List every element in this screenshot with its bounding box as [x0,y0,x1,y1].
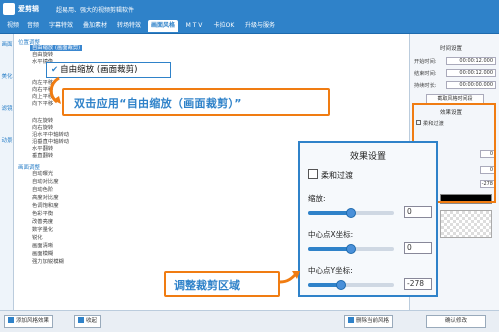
tree-item[interactable]: 画面模糊 [32,251,53,257]
zoom-slider-handle[interactable] [346,208,356,218]
tree-item[interactable]: 自动曝光 [32,171,53,177]
instruction-banner-adjust: 调整裁剪区域 [164,271,280,297]
arrow-right-icon [279,271,300,284]
zoom-label: 缩放: [308,194,326,203]
center-y-value-field[interactable]: -278 [404,278,432,290]
effect-settings-panel: 效果设置 柔和过渡 缩放: 0 中心点X坐标: 0 中心点Y坐标: -278 [298,141,438,297]
center-y-slider-handle[interactable] [335,280,346,290]
tree-item[interactable]: 自动色阶 [32,187,53,193]
tab-video[interactable]: 视频 [4,20,22,32]
add-style-button[interactable]: 添加风格效果 [4,315,54,328]
tab-subtitle[interactable]: 字幕特效 [46,20,76,32]
tree-item[interactable]: 自由旋转 [32,52,53,58]
tree-item[interactable]: 画面清晰 [32,243,53,249]
soft-transition-checkbox[interactable]: 柔和过渡 [308,169,353,181]
tree-item[interactable]: 数字量化 [32,227,53,233]
tree-item[interactable]: 高度对比度 [32,195,59,201]
center-x-slider-handle[interactable] [346,244,356,254]
category-tab-beautify[interactable]: 美化 [1,74,13,80]
checkmark-icon: ✔ [51,65,59,75]
checkbox-icon [308,169,318,179]
instruction-text-adjust: 调整裁剪区域 [174,279,240,292]
tree-item[interactable]: 沿垂直中轴转动 [32,139,69,145]
end-time-label: 结束时间: [414,71,437,77]
zoom-slider-fill [308,211,351,215]
duration-label: 持续时长: [414,83,437,89]
add-icon [8,317,14,323]
collapse-icon [78,317,84,323]
app-logo-icon [3,3,15,15]
tab-audio[interactable]: 音频 [24,20,42,32]
tab-mtv[interactable]: M T V [182,20,206,32]
selected-item-callout: ✔ 自由缩放 (画面裁剪) [46,62,171,78]
app-name: 爱剪辑 [18,5,39,13]
tree-item[interactable]: 沿水平中轴转动 [32,132,69,138]
category-tab-motion[interactable]: 动景 [1,138,13,144]
tree-item[interactable]: 垂直翻转 [32,153,53,159]
curved-arrow-icon [49,76,61,104]
center-y-label: 中心点Y坐标: [308,266,353,275]
tree-item[interactable]: 强力加锐模糊 [32,259,64,265]
zoom-value-field[interactable]: 0 [404,206,432,218]
bottom-toolbar: 添加风格效果 收起 删除当前风格 确认修改 [0,310,499,332]
tab-upgrade[interactable]: 升级与服务 [242,20,278,32]
tree-group-picture[interactable]: 画面调整 [18,163,40,171]
effect-settings-title: 效果设置 [349,152,386,162]
tree-item[interactable]: 向左旋转 [32,118,53,124]
start-time-field[interactable]: 00:00:12.000 [446,57,496,65]
main-menu: 视频 音频 字幕特效 叠加素材 转场特效 画面风格 M T V 卡拉OK 升级与… [0,18,499,34]
soft-transition-label: 柔和过渡 [321,171,353,180]
start-time-label: 开始时间: [414,59,437,65]
collapse-button[interactable]: 收起 [74,315,102,328]
delete-style-button[interactable]: 删除当前风格 [344,315,394,328]
tree-item[interactable]: 改善亮度 [32,219,53,225]
center-x-slider-fill [308,247,351,251]
instruction-text-apply: 双击应用“自由缩放（画面裁剪）” [74,97,242,110]
center-y-slider[interactable] [308,280,394,290]
delete-icon [348,317,354,323]
tree-item[interactable]: 锐化 [32,235,43,241]
instruction-banner-apply: 双击应用“自由缩放（画面裁剪）” [62,88,330,116]
time-settings-title: 时间设置 [440,46,463,52]
tab-transition[interactable]: 转场特效 [114,20,144,32]
left-category-strip: 画面 美化 滤镜 动景 [0,34,14,310]
confirm-button[interactable]: 确认修改 [426,315,486,328]
category-tab-filter[interactable]: 滤镜 [1,106,13,112]
tab-overlay[interactable]: 叠加素材 [80,20,110,32]
zoom-slider[interactable] [308,208,394,218]
tab-style[interactable]: 画面风格 [148,20,178,32]
tree-item[interactable]: 向右旋转 [32,125,53,131]
category-tab-picture[interactable]: 画面 [1,42,13,48]
preview-thumbnail [440,210,492,238]
selected-item-label: 自由缩放 (画面裁剪) [60,65,138,75]
title-bar: 爱剪辑 超易用、强大的视频剪辑软件 [0,0,499,18]
end-time-field[interactable]: 00:00:12.000 [446,69,496,77]
tree-item[interactable]: 色彩平衡 [32,211,53,217]
duration-field[interactable]: 00:00:00.000 [446,81,496,89]
tree-item-free-zoom[interactable]: 自由缩放 (画面裁剪) [30,45,83,51]
tree-item[interactable]: 水平翻转 [32,146,53,152]
tab-karaoke[interactable]: 卡拉OK [210,20,238,32]
center-x-label: 中心点X坐标: [308,230,354,239]
center-x-value-field[interactable]: 0 [404,242,432,254]
tree-item[interactable]: 色调饱和度 [32,203,59,209]
center-x-slider[interactable] [308,244,394,254]
tree-item[interactable]: 自动对比度 [32,179,59,185]
app-slogan: 超易用、强大的视频剪辑软件 [56,7,135,14]
